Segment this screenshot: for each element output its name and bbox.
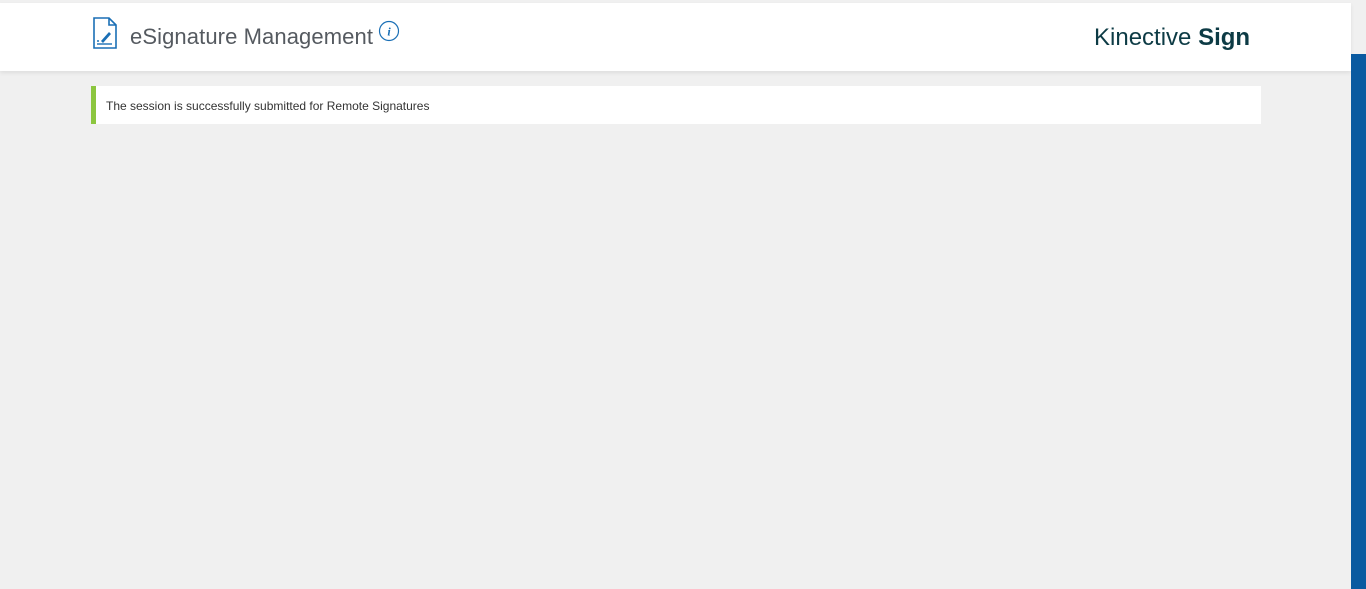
alert-message: The session is successfully submitted fo… [106, 99, 430, 113]
app-title: eSignature Management [130, 24, 374, 49]
page: eSignature Management i Kinective Sign T… [0, 0, 1366, 589]
svg-text:i: i [387, 25, 391, 39]
scrollbar-accent[interactable] [1351, 54, 1366, 589]
brand-name-light: Kinective [1094, 24, 1192, 51]
brand-name-bold: Sign [1198, 24, 1251, 51]
brand-logo: Kinective Sign [1094, 24, 1250, 52]
info-icon[interactable]: i [378, 20, 400, 42]
app-header: eSignature Management i Kinective Sign [0, 3, 1351, 71]
success-alert: The session is successfully submitted fo… [91, 86, 1261, 124]
document-signature-icon [92, 17, 118, 49]
